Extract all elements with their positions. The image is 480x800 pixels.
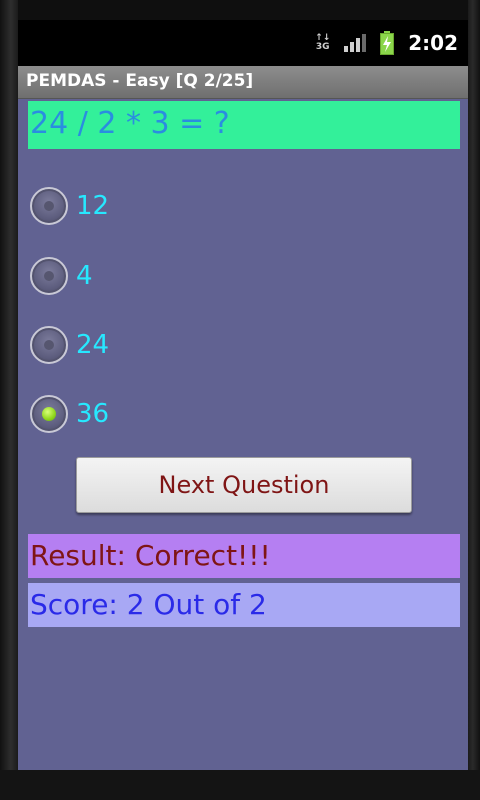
result-box: Result: Correct!!! [28, 534, 460, 578]
next-question-label: Next Question [158, 471, 330, 499]
device-bezel-bottom [0, 770, 480, 800]
device-bezel-right [468, 0, 480, 800]
radio-button-selected[interactable] [30, 395, 68, 433]
answer-option-3[interactable]: 24 [30, 323, 109, 367]
device-bezel-top [0, 0, 480, 20]
status-time: 2:02 [408, 31, 458, 55]
radio-button[interactable] [30, 187, 68, 225]
network-type: 3G [315, 42, 330, 52]
app-title-bar: PEMDAS - Easy [Q 2/25] [18, 66, 468, 99]
score-text: Score: 2 Out of 2 [30, 588, 267, 621]
radio-button[interactable] [30, 257, 68, 295]
device-screen: ↑↓ 3G 2:02 PEMDAS - Easy [Q 2/25] 24 / 2… [18, 20, 468, 770]
result-text: Result: Correct!!! [30, 539, 271, 572]
answer-label[interactable]: 12 [76, 191, 109, 221]
question-text: 24 / 2 * 3 = ? [30, 106, 230, 141]
network-3g-icon: ↑↓ 3G [315, 33, 331, 52]
score-box: Score: 2 Out of 2 [28, 583, 460, 627]
quiz-content: 24 / 2 * 3 = ? 12 4 24 36 Next Question … [18, 99, 468, 770]
radio-button[interactable] [30, 326, 68, 364]
answer-option-4[interactable]: 36 [30, 392, 109, 436]
answer-option-1[interactable]: 12 [30, 184, 109, 228]
answer-label[interactable]: 36 [76, 399, 109, 429]
status-bar: ↑↓ 3G 2:02 [18, 20, 468, 66]
app-title: PEMDAS - Easy [Q 2/25] [26, 71, 254, 91]
device-bezel-left [0, 0, 18, 800]
answer-option-2[interactable]: 4 [30, 254, 93, 298]
signal-strength-icon [344, 34, 367, 52]
radio-dot-icon [42, 407, 56, 421]
status-icons: ↑↓ 3G 2:02 [315, 30, 458, 56]
radio-dot-icon [44, 201, 54, 211]
question-box: 24 / 2 * 3 = ? [28, 101, 460, 149]
answer-label[interactable]: 4 [76, 261, 93, 291]
radio-dot-icon [44, 271, 54, 281]
battery-charging-icon [380, 31, 395, 55]
next-question-button[interactable]: Next Question [76, 457, 412, 513]
answer-label[interactable]: 24 [76, 330, 109, 360]
radio-dot-icon [44, 340, 54, 350]
